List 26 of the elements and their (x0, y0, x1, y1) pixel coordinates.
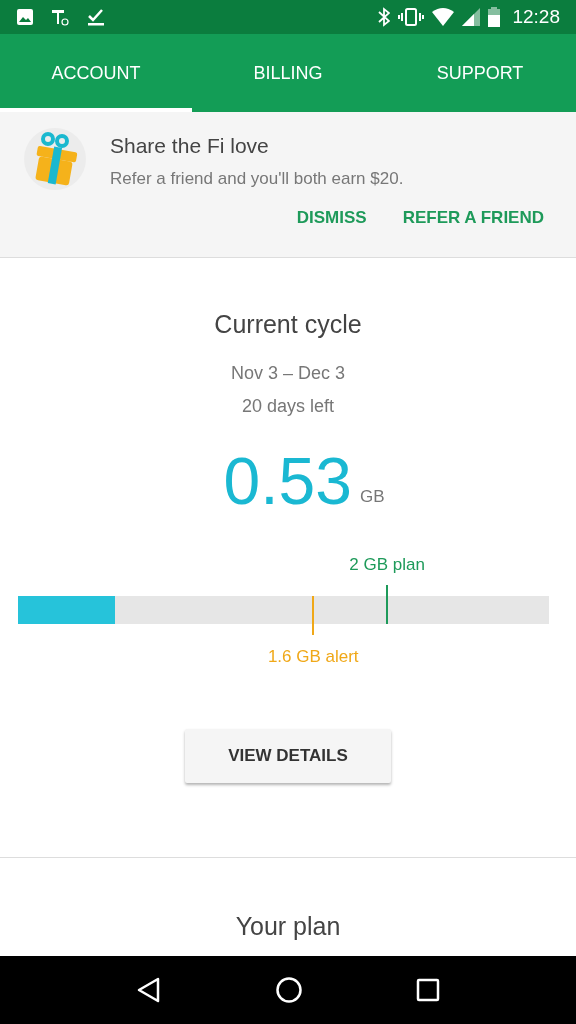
cycle-dates: Nov 3 – Dec 3 (230, 361, 346, 385)
bluetooth-icon (378, 7, 391, 27)
view-details-button[interactable]: VIEW DETAILS (185, 728, 391, 783)
promo-action-button[interactable]: REFER A FRIEND (402, 205, 544, 231)
cycle-title: Current cycle (214, 309, 362, 340)
days-left: 20 days left (241, 394, 335, 418)
carrier-icon (50, 7, 70, 27)
home-icon[interactable] (275, 976, 303, 1004)
plan-title: Your plan (235, 911, 341, 942)
plan-label: 2 GB plan (349, 553, 425, 576)
signal-icon (462, 8, 481, 26)
promo-text: Refer a friend and you'll both earn $20. (110, 167, 405, 190)
tab[interactable]: BILLING (192, 34, 384, 112)
wifi-icon (432, 8, 455, 26)
task-done-icon (86, 7, 106, 27)
tab[interactable]: SUPPORT (384, 34, 576, 112)
usage-amount: 0.53 (223, 447, 352, 514)
promo-action-button[interactable]: DISMISS (296, 205, 367, 231)
battery-icon (488, 7, 501, 27)
recents-icon[interactable] (415, 978, 440, 1002)
image-icon (16, 8, 34, 26)
vibrate-icon (398, 7, 425, 27)
alert-label: 1.6 GB alert (267, 645, 359, 668)
usage-unit: GB (359, 486, 385, 508)
promo-title: Share the Fi love (110, 133, 270, 159)
clock-time: 12:28 (512, 4, 560, 29)
